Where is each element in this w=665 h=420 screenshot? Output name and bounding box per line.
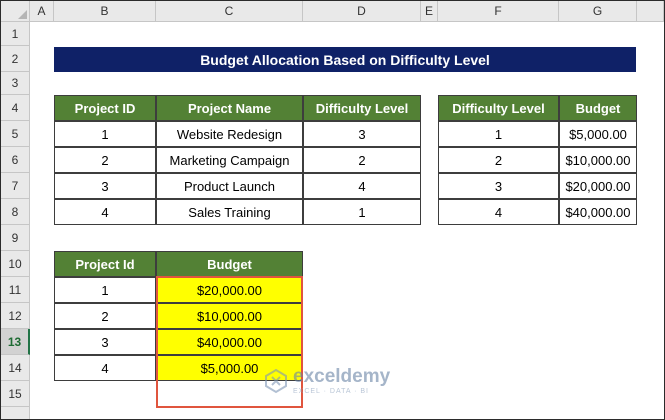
table2-cell[interactable]: $5,000.00 <box>559 121 637 147</box>
select-all-corner[interactable] <box>1 1 30 22</box>
table1-cell[interactable]: 1 <box>54 121 156 147</box>
table2-cell[interactable]: $20,000.00 <box>559 173 637 199</box>
watermark-tagline: EXCEL · DATA · BI <box>293 388 369 395</box>
table1-cell[interactable]: 4 <box>303 173 421 199</box>
table1-header-0[interactable]: Project ID <box>54 95 156 121</box>
title-banner[interactable]: Budget Allocation Based on Difficulty Le… <box>54 47 636 72</box>
spreadsheet: ABCDEFG 1 2 3 4 5 6 7 8 9 10 11 12 13 14 15 Budget All… <box>0 0 665 420</box>
row-header-4[interactable]: 4 <box>1 95 30 121</box>
table3-header-0[interactable]: Project Id <box>54 251 156 277</box>
table3-cell[interactable]: $10,000.00 <box>156 303 303 329</box>
table3-cell[interactable]: 2 <box>54 303 156 329</box>
table2-cell[interactable]: 2 <box>438 147 559 173</box>
row-header-2[interactable]: 2 <box>1 46 30 72</box>
table1-header-1[interactable]: Project Name <box>156 95 303 121</box>
table2-header-0[interactable]: Difficulty Level <box>438 95 559 121</box>
row-header-6[interactable]: 6 <box>1 147 30 173</box>
row-header-12[interactable]: 12 <box>1 303 30 329</box>
table3-header-1[interactable]: Budget <box>156 251 303 277</box>
table1-cell[interactable]: Sales Training <box>156 199 303 225</box>
table2-cell[interactable]: 3 <box>438 173 559 199</box>
column-header-blank[interactable] <box>637 1 664 22</box>
watermark-logo: exceldemy EXCEL · DATA · BI <box>263 367 390 395</box>
table1-header-2[interactable]: Difficulty Level <box>303 95 421 121</box>
row-header-8[interactable]: 8 <box>1 199 30 225</box>
table2-header-1[interactable]: Budget <box>559 95 637 121</box>
row-header-15[interactable]: 15 <box>1 381 30 407</box>
column-header-e[interactable]: E <box>421 1 438 22</box>
table1-cell[interactable]: 3 <box>54 173 156 199</box>
row-header-10[interactable]: 10 <box>1 251 30 277</box>
row-header-14[interactable]: 14 <box>1 355 30 381</box>
table1-cell[interactable]: 2 <box>54 147 156 173</box>
row-header-9[interactable]: 9 <box>1 225 30 251</box>
row-header-11[interactable]: 11 <box>1 277 30 303</box>
table2-cell[interactable]: $40,000.00 <box>559 199 637 225</box>
table3-cell[interactable]: 1 <box>54 277 156 303</box>
table2-cell[interactable]: 4 <box>438 199 559 225</box>
column-header-a[interactable]: A <box>30 1 54 22</box>
column-header-c[interactable]: C <box>156 1 303 22</box>
row-header-13[interactable]: 13 <box>1 329 30 355</box>
watermark-name: exceldemy <box>293 366 391 387</box>
table2-cell[interactable]: 1 <box>438 121 559 147</box>
column-header-f[interactable]: F <box>438 1 559 22</box>
row-header-7[interactable]: 7 <box>1 173 30 199</box>
table1-cell[interactable]: 3 <box>303 121 421 147</box>
table1-cell[interactable]: 4 <box>54 199 156 225</box>
column-header-b[interactable]: B <box>54 1 156 22</box>
table3-cell[interactable]: $20,000.00 <box>156 277 303 303</box>
row-header-1[interactable]: 1 <box>1 22 30 46</box>
table3-cell[interactable]: $40,000.00 <box>156 329 303 355</box>
row-header-3[interactable]: 3 <box>1 72 30 95</box>
table1-cell[interactable]: Product Launch <box>156 173 303 199</box>
row-header-overflow <box>1 407 30 419</box>
table3-cell[interactable]: 4 <box>54 355 156 381</box>
table1-cell[interactable]: Website Redesign <box>156 121 303 147</box>
table2-cell[interactable]: $10,000.00 <box>559 147 637 173</box>
table1-cell[interactable]: 1 <box>303 199 421 225</box>
exceldemy-logo-icon <box>265 368 287 394</box>
table3-cell[interactable]: 3 <box>54 329 156 355</box>
column-header-d[interactable]: D <box>303 1 421 22</box>
row-header-5[interactable]: 5 <box>1 121 30 147</box>
table1-cell[interactable]: 2 <box>303 147 421 173</box>
table1-cell[interactable]: Marketing Campaign <box>156 147 303 173</box>
column-header-g[interactable]: G <box>559 1 637 22</box>
